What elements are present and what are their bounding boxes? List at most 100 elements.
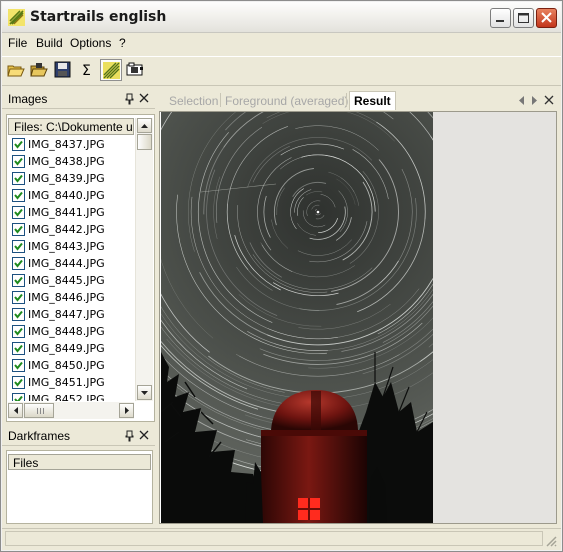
- main-window: Startrails english File Build Options ?: [0, 0, 563, 552]
- file-list-item[interactable]: IMG_8440.JPG: [11, 187, 133, 204]
- maximize-icon: [518, 13, 529, 23]
- close-button[interactable]: [536, 8, 557, 28]
- file-checkbox[interactable]: [12, 206, 25, 219]
- file-checkbox[interactable]: [12, 376, 25, 389]
- images-panel-title: Images: [8, 92, 48, 106]
- build-startrails-button[interactable]: [100, 59, 122, 81]
- file-list-item[interactable]: IMG_8446.JPG: [11, 289, 133, 306]
- camera-icon: [126, 62, 143, 76]
- document-tabs: Selection Foreground (averaged) Result: [159, 90, 557, 111]
- scroll-right-button[interactable]: [119, 403, 134, 418]
- save-icon: [54, 61, 71, 78]
- file-checkbox[interactable]: [12, 359, 25, 372]
- file-checkbox[interactable]: [12, 342, 25, 355]
- menu-options[interactable]: Options: [70, 36, 111, 50]
- scroll-left-button[interactable]: [8, 403, 23, 418]
- arrow-right-icon: [125, 407, 129, 414]
- result-view: [159, 111, 557, 524]
- file-checkbox[interactable]: [12, 325, 25, 338]
- file-checkbox[interactable]: [12, 223, 25, 236]
- file-checkbox[interactable]: [12, 393, 25, 401]
- svg-text:Σ: Σ: [82, 63, 91, 79]
- checkmark-icon: [14, 378, 23, 387]
- file-list-item[interactable]: IMG_8439.JPG: [11, 170, 133, 187]
- tab-left-icon[interactable]: [518, 96, 526, 105]
- scroll-down-button[interactable]: [137, 385, 152, 400]
- file-name: IMG_8445.JPG: [28, 274, 105, 287]
- sum-button[interactable]: Σ: [76, 59, 98, 81]
- file-checkbox[interactable]: [12, 291, 25, 304]
- open-images-button[interactable]: [5, 59, 27, 81]
- file-list-item[interactable]: IMG_8449.JPG: [11, 340, 133, 357]
- pin-icon[interactable]: [124, 93, 135, 105]
- scroll-thumb[interactable]: [137, 134, 152, 150]
- arrow-down-icon: [141, 391, 148, 395]
- save-button[interactable]: [52, 59, 74, 81]
- image-file-list[interactable]: IMG_8437.JPG IMG_8438.JPG IMG_8439.JPG IMG_…: [8, 136, 134, 401]
- menu-file[interactable]: File: [8, 36, 27, 50]
- file-name: IMG_8437.JPG: [28, 138, 105, 151]
- file-list-item[interactable]: IMG_8444.JPG: [11, 255, 133, 272]
- tab-selection[interactable]: Selection: [169, 91, 218, 110]
- file-name: IMG_8438.JPG: [28, 155, 105, 168]
- menu-build[interactable]: Build: [36, 36, 63, 50]
- file-list-item[interactable]: IMG_8447.JPG: [11, 306, 133, 323]
- files-column-header[interactable]: Files: C:\Dokumente und: [8, 118, 134, 135]
- file-list-horizontal-scrollbar[interactable]: [8, 402, 134, 419]
- checkmark-icon: [14, 191, 23, 200]
- file-name: IMG_8442.JPG: [28, 223, 105, 236]
- file-checkbox[interactable]: [12, 240, 25, 253]
- file-list-item[interactable]: IMG_8438.JPG: [11, 153, 133, 170]
- checkmark-icon: [14, 310, 23, 319]
- file-list-item[interactable]: IMG_8451.JPG: [11, 374, 133, 391]
- darkframes-files-header[interactable]: Files: [8, 454, 151, 470]
- checkmark-icon: [14, 344, 23, 353]
- file-checkbox[interactable]: [12, 155, 25, 168]
- checkmark-icon: [14, 259, 23, 268]
- panel-close-icon[interactable]: [139, 430, 149, 440]
- file-name: IMG_8450.JPG: [28, 359, 105, 372]
- file-list-item[interactable]: IMG_8450.JPG: [11, 357, 133, 374]
- checkmark-icon: [14, 395, 23, 401]
- menu-bar: File Build Options ?: [2, 33, 561, 52]
- minimize-button[interactable]: [490, 8, 511, 28]
- file-checkbox[interactable]: [12, 138, 25, 151]
- minimize-icon: [496, 20, 504, 22]
- file-name: IMG_8443.JPG: [28, 240, 105, 253]
- maximize-button[interactable]: [513, 8, 534, 28]
- scroll-up-button[interactable]: [137, 118, 152, 133]
- file-list-item[interactable]: IMG_8448.JPG: [11, 323, 133, 340]
- checkmark-icon: [14, 242, 23, 251]
- title-bar[interactable]: Startrails english: [2, 2, 561, 33]
- file-checkbox[interactable]: [12, 257, 25, 270]
- pin-icon[interactable]: [124, 430, 135, 442]
- camera-button[interactable]: [124, 59, 146, 81]
- file-list-item[interactable]: IMG_8442.JPG: [11, 221, 133, 238]
- file-checkbox[interactable]: [12, 172, 25, 185]
- checkmark-icon: [14, 157, 23, 166]
- arrow-up-icon: [141, 124, 148, 128]
- startrails-result-image: [161, 112, 433, 523]
- file-checkbox[interactable]: [12, 308, 25, 321]
- grip-icon: [37, 408, 45, 414]
- horizontal-scroll-thumb[interactable]: [24, 403, 54, 418]
- file-list-item[interactable]: IMG_8452.JPG: [11, 391, 133, 401]
- tab-right-icon[interactable]: [530, 96, 538, 105]
- panel-close-icon[interactable]: [139, 93, 149, 103]
- open-darkframes-button[interactable]: [28, 59, 50, 81]
- tab-close-icon[interactable]: [544, 95, 554, 105]
- resize-grip-icon[interactable]: [545, 535, 557, 547]
- tab-result[interactable]: Result: [349, 91, 396, 110]
- file-checkbox[interactable]: [12, 189, 25, 202]
- file-checkbox[interactable]: [12, 274, 25, 287]
- file-list-item[interactable]: IMG_8445.JPG: [11, 272, 133, 289]
- file-list-vertical-scrollbar[interactable]: [135, 118, 153, 401]
- open-darkframes-icon: [30, 63, 48, 77]
- menu-help[interactable]: ?: [119, 36, 126, 50]
- file-list-item[interactable]: IMG_8441.JPG: [11, 204, 133, 221]
- tab-foreground-averaged[interactable]: Foreground (averaged): [225, 91, 348, 110]
- file-list-item[interactable]: IMG_8443.JPG: [11, 238, 133, 255]
- file-name: IMG_8452.JPG: [28, 393, 105, 401]
- file-list-item[interactable]: IMG_8437.JPG: [11, 136, 133, 153]
- darkframes-panel-header: Darkframes: [2, 427, 155, 446]
